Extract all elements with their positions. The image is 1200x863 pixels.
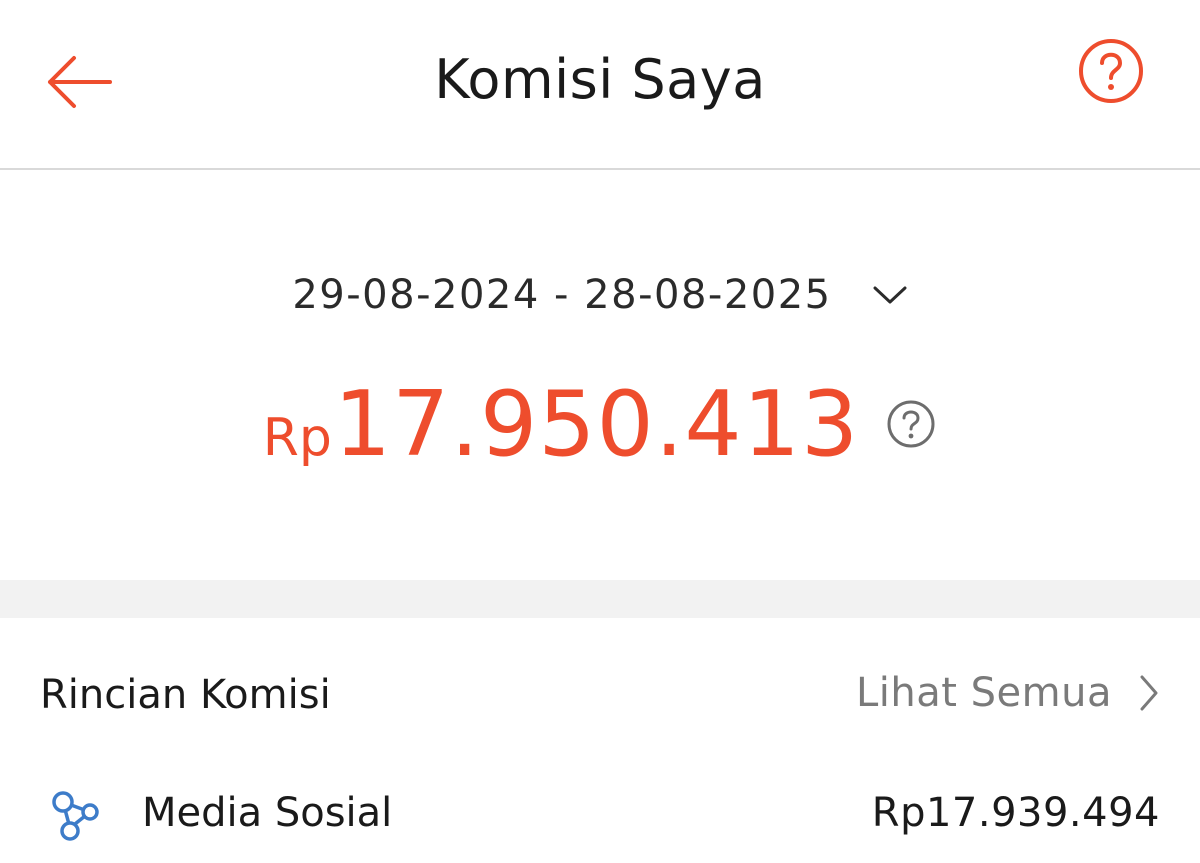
amount-help-button[interactable]: [885, 398, 937, 450]
row-value: Rp17.939.494: [871, 790, 1160, 836]
commission-details: Rincian Komisi Lihat Semua Media Sosial …: [0, 618, 1200, 863]
date-range-text: 29-08-2024 - 28-08-2025: [292, 272, 832, 318]
section-divider: [0, 580, 1200, 618]
see-all-link[interactable]: Lihat Semua: [856, 670, 1160, 716]
date-range-selector[interactable]: 29-08-2024 - 28-08-2025: [0, 272, 1200, 318]
share-network-icon: [52, 791, 99, 841]
list-item[interactable]: Media Sosial Rp17.939.494: [0, 780, 1200, 850]
app-header: Komisi Saya: [0, 0, 1200, 170]
question-circle-icon: [887, 400, 935, 448]
page-title: Komisi Saya: [434, 48, 766, 111]
total-commission: Rp 17.950.413: [0, 372, 1200, 477]
help-button[interactable]: [1074, 34, 1148, 108]
currency-label: Rp: [262, 408, 332, 468]
details-title: Rincian Komisi: [40, 672, 331, 718]
chevron-down-icon: [873, 286, 907, 304]
chevron-right-icon: [1140, 675, 1158, 711]
see-all-label: Lihat Semua: [856, 670, 1112, 716]
row-label: Media Sosial: [142, 790, 393, 836]
commission-page: Komisi Saya 29-08-2024 - 28-08-2025 Rp 1…: [0, 0, 1200, 863]
total-amount: 17.950.413: [333, 372, 860, 477]
question-circle-icon: [1079, 39, 1143, 103]
commission-summary: 29-08-2024 - 28-08-2025 Rp 17.950.413: [0, 172, 1200, 580]
